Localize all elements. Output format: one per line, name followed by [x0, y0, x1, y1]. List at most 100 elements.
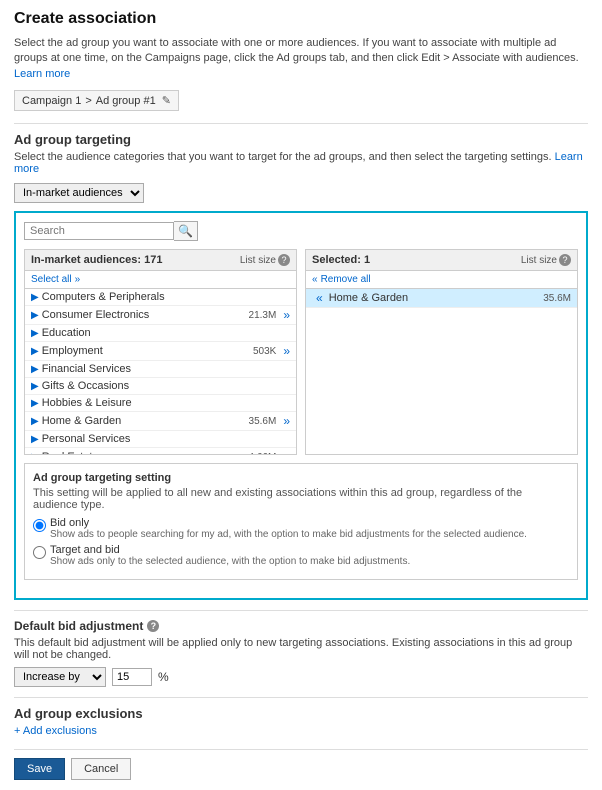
bid-value-input[interactable] — [112, 668, 152, 686]
left-audience-list: In-market audiences: 171 List size ? Sel… — [24, 249, 297, 455]
right-panel-scroll[interactable]: « Home & Garden 35.6M — [306, 289, 577, 308]
bid-only-radio[interactable] — [33, 519, 46, 532]
left-list-size-info-icon[interactable]: ? — [278, 254, 290, 266]
targeting-section-title: Ad group targeting — [14, 132, 588, 147]
expand-arrow: ▶ — [31, 292, 39, 303]
bid-adjustment-desc: This default bid adjustment will be appl… — [14, 637, 588, 661]
move-right-icon[interactable]: » — [283, 414, 290, 428]
add-exclusions-button[interactable]: + Add exclusions — [14, 725, 588, 737]
list-item[interactable]: ▶ Computers & Peripherals — [25, 289, 296, 306]
bid-suffix: % — [158, 670, 169, 684]
target-bid-desc: Show ads only to the selected audience, … — [50, 556, 410, 567]
audience-type-dropdown-row: In-market audiences Remarketing lists Si… — [14, 183, 588, 203]
left-item-name: ▶ Hobbies & Leisure — [31, 397, 132, 409]
page-title: Create association — [14, 10, 588, 28]
left-item-name: ▶ Personal Services — [31, 433, 130, 445]
left-item-name: ▶ Computers & Peripherals — [31, 291, 165, 303]
list-item[interactable]: ▶ Consumer Electronics 21.3M » — [25, 306, 296, 325]
audience-type-dropdown[interactable]: In-market audiences Remarketing lists Si… — [14, 183, 144, 203]
expand-arrow: ▶ — [31, 310, 39, 321]
left-item-name: ▶ Education — [31, 327, 91, 339]
cancel-button[interactable]: Cancel — [71, 758, 131, 780]
list-item[interactable]: ▶ Financial Services — [25, 361, 296, 378]
expand-arrow: ▶ — [31, 434, 39, 445]
bid-adjustment-info-icon[interactable]: ? — [147, 620, 159, 632]
right-panel-subheader: « Remove all — [306, 271, 577, 289]
left-item-name: ▶ Real Estate — [31, 451, 99, 454]
target-bid-label: Target and bid — [50, 544, 410, 556]
expand-arrow: ▶ — [31, 398, 39, 409]
search-input[interactable] — [24, 222, 174, 240]
page-description: Select the ad group you want to associat… — [14, 36, 588, 82]
left-item-name: ▶ Home & Garden — [31, 415, 121, 427]
left-item-name: ▶ Consumer Electronics — [31, 309, 149, 321]
expand-arrow: ▶ — [31, 416, 39, 427]
remove-all-button[interactable]: « Remove all — [312, 274, 371, 285]
ad-group-targeting-section: Ad group targeting Select the audience c… — [14, 132, 588, 600]
move-right-icon[interactable]: » — [283, 344, 290, 358]
left-item-size: 4.66M — [249, 452, 277, 455]
bid-only-desc: Show ads to people searching for my ad, … — [50, 529, 527, 540]
footer-buttons: Save Cancel — [14, 758, 588, 780]
audience-panel: 🔍 In-market audiences: 171 List size ? S… — [14, 211, 588, 600]
targeting-section-desc: Select the audience categories that you … — [14, 151, 588, 175]
targeting-setting-section: Ad group targeting setting This setting … — [24, 463, 578, 580]
right-panel-header: Selected: 1 List size ? — [306, 250, 577, 271]
divider-bid — [14, 610, 588, 611]
list-item[interactable]: ▶ Gifts & Occasions — [25, 378, 296, 395]
left-item-name: ▶ Financial Services — [31, 363, 131, 375]
left-panel-subheader: Select all » — [25, 271, 296, 289]
bid-only-label: Bid only — [50, 517, 527, 529]
search-bar: 🔍 — [24, 221, 578, 241]
expand-arrow: ▶ — [31, 328, 39, 339]
left-panel-header: In-market audiences: 171 List size ? — [25, 250, 296, 271]
move-right-icon[interactable]: » — [283, 450, 290, 454]
list-item[interactable]: ▶ Education — [25, 325, 296, 342]
right-item-name: « Home & Garden — [312, 291, 408, 305]
expand-arrow: ▶ — [31, 364, 39, 375]
right-panel-title: Selected: 1 — [312, 254, 370, 266]
move-left-icon[interactable]: « — [316, 291, 323, 305]
breadcrumb-edit-icon[interactable]: ✎ — [162, 94, 171, 107]
move-right-icon[interactable]: » — [283, 308, 290, 322]
search-icon[interactable]: 🔍 — [174, 221, 198, 241]
divider-top — [14, 123, 588, 124]
targeting-setting-desc: This setting will be applied to all new … — [33, 487, 569, 511]
list-item[interactable]: ▶ Home & Garden 35.6M » — [25, 412, 296, 431]
left-item-size: 503K — [253, 346, 276, 357]
right-audience-list: Selected: 1 List size ? « Remove all — [305, 249, 578, 455]
breadcrumb: Campaign 1 > Ad group #1 ✎ — [14, 90, 179, 111]
target-bid-radio[interactable] — [33, 546, 46, 559]
bid-adjustment-row: Increase by Decrease by % — [14, 667, 588, 687]
exclusions-title: Ad group exclusions — [14, 706, 588, 721]
save-button[interactable]: Save — [14, 758, 65, 780]
right-list-size-info-icon[interactable]: ? — [559, 254, 571, 266]
right-list-item[interactable]: « Home & Garden 35.6M — [306, 289, 577, 308]
list-item[interactable]: ▶ Hobbies & Leisure — [25, 395, 296, 412]
bid-adjustment-section: Default bid adjustment ? This default bi… — [14, 619, 588, 687]
targeting-setting-title: Ad group targeting setting — [33, 472, 569, 484]
bid-only-option: Bid only Show ads to people searching fo… — [33, 517, 569, 540]
bid-adjustment-title: Default bid adjustment ? — [14, 619, 588, 633]
left-item-size: 21.3M — [249, 310, 277, 321]
exclusions-section: Ad group exclusions + Add exclusions — [14, 706, 588, 737]
expand-arrow: ▶ — [31, 452, 39, 455]
divider-exclusions — [14, 697, 588, 698]
bid-direction-dropdown[interactable]: Increase by Decrease by — [14, 667, 106, 687]
description-learn-more-link[interactable]: Learn more — [14, 68, 70, 80]
breadcrumb-separator: > — [85, 95, 91, 107]
expand-arrow: ▶ — [31, 346, 39, 357]
right-item-size: 35.6M — [543, 293, 571, 304]
left-item-size: 35.6M — [249, 416, 277, 427]
left-panel-title: In-market audiences: 171 — [31, 254, 162, 266]
list-item[interactable]: ▶ Employment 503K » — [25, 342, 296, 361]
right-panel-size-label: List size ? — [521, 254, 571, 266]
left-item-name: ▶ Gifts & Occasions — [31, 380, 129, 392]
breadcrumb-adgroup: Ad group #1 — [96, 95, 156, 107]
list-item[interactable]: ▶ Real Estate 4.66M » — [25, 448, 296, 454]
expand-arrow: ▶ — [31, 381, 39, 392]
select-all-button[interactable]: Select all » — [31, 274, 80, 285]
list-item[interactable]: ▶ Personal Services — [25, 431, 296, 448]
left-panel-scroll[interactable]: ▶ Computers & Peripherals ▶ Consumer Ele… — [25, 289, 296, 454]
lists-row: In-market audiences: 171 List size ? Sel… — [24, 249, 578, 455]
